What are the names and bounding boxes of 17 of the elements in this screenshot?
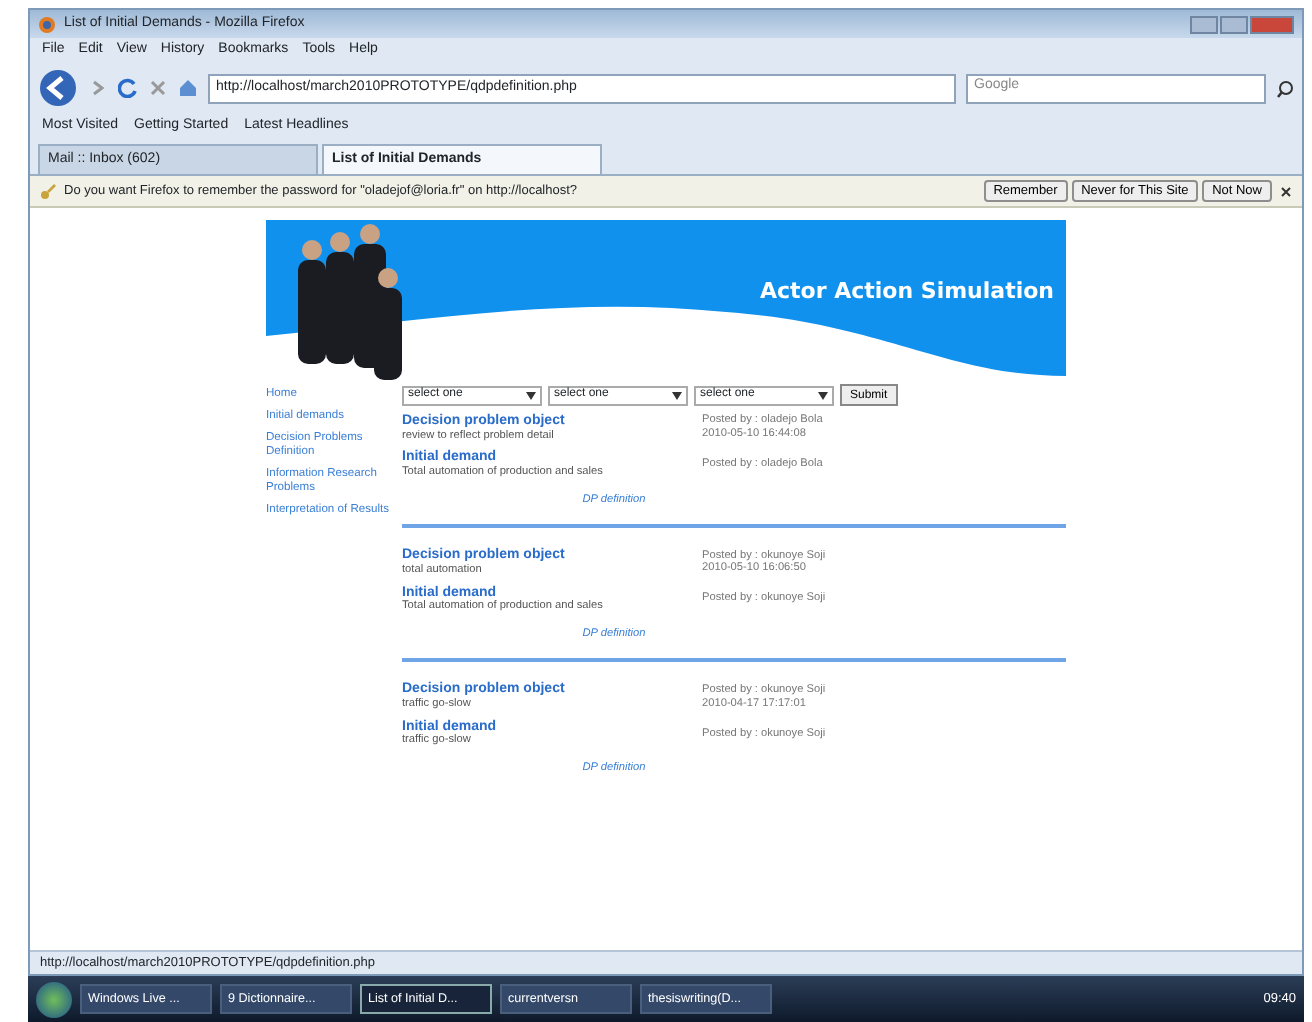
- key-icon: [40, 183, 56, 199]
- minimize-button[interactable]: [1190, 15, 1218, 33]
- close-button[interactable]: [1250, 15, 1294, 33]
- stop-icon[interactable]: [148, 78, 168, 98]
- home-icon[interactable]: [178, 78, 198, 98]
- firefox-icon: [38, 15, 56, 33]
- maximize-button[interactable]: [1220, 15, 1248, 33]
- site-title: Actor Action Simulation: [760, 276, 1054, 308]
- forward-icon[interactable]: [88, 78, 108, 98]
- close-icon[interactable]: [1280, 185, 1292, 197]
- back-icon[interactable]: [38, 68, 78, 108]
- search-icon[interactable]: [1276, 79, 1294, 97]
- caret-icon: [672, 391, 682, 399]
- caret-icon: [818, 391, 828, 399]
- caret-icon: [526, 391, 536, 399]
- start-button[interactable]: [36, 981, 72, 1017]
- reload-icon[interactable]: [118, 78, 138, 98]
